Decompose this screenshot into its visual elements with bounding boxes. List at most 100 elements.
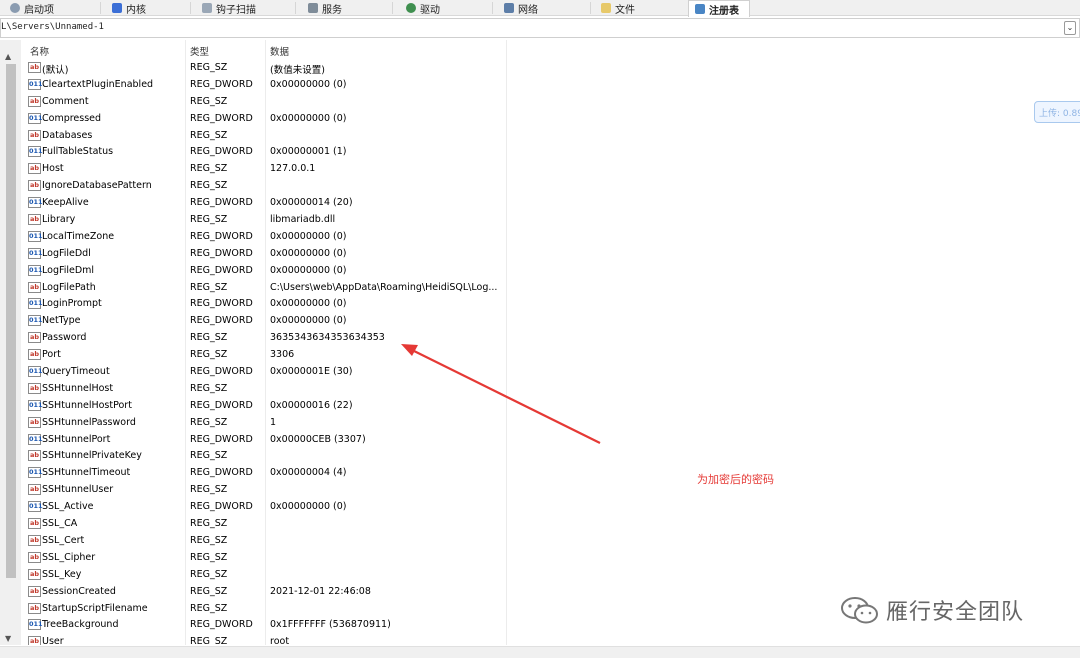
value-name: SSHtunnelHost — [42, 382, 114, 394]
registry-value-row[interactable]: ab SSHtunnelUser REG_SZ — [26, 482, 506, 499]
dword-value-icon: 011 — [28, 467, 43, 479]
registry-value-row[interactable]: ab SSL_Cert REG_SZ — [26, 533, 506, 550]
registry-value-row[interactable]: 011 QueryTimeout REG_DWORD 0x0000001E (30) — [26, 364, 506, 381]
registry-value-row[interactable]: 011 LogFileDml REG_DWORD 0x00000000 (0) — [26, 263, 506, 280]
value-name: SSL_Cipher — [42, 551, 96, 563]
string-value-icon: ab — [28, 568, 41, 580]
value-type: REG_DWORD — [190, 366, 253, 378]
registry-value-row[interactable]: ab Password REG_SZ 3635343634353634353 — [26, 330, 506, 347]
value-name: SSHtunnelPrivateKey — [42, 450, 142, 462]
chevron-down-icon[interactable]: ⌄ — [1064, 21, 1076, 35]
string-value-icon: ab — [28, 585, 41, 597]
registry-value-row[interactable]: 011 Compressed REG_DWORD 0x00000000 (0) — [26, 111, 506, 128]
dword-value-icon: 011 — [28, 366, 43, 378]
value-name: SSHtunnelUser — [42, 484, 114, 496]
tab-kernel[interactable]: 内核 — [112, 0, 146, 16]
registry-value-row[interactable]: ab SSHtunnelPassword REG_SZ 1 — [26, 415, 506, 432]
value-type: REG_SZ — [190, 636, 228, 645]
value-type: REG_SZ — [190, 534, 228, 546]
value-name: Password — [42, 332, 87, 344]
registry-value-row[interactable]: ab Library REG_SZ libmariadb.dll — [26, 212, 506, 229]
dword-value-icon: 011 — [28, 247, 43, 259]
value-type: REG_SZ — [190, 349, 228, 361]
value-type: REG_SZ — [190, 129, 228, 141]
registry-value-row[interactable]: 011 LoginPrompt REG_DWORD 0x00000000 (0) — [26, 296, 506, 313]
registry-icon — [695, 4, 705, 14]
registry-value-row[interactable]: ab SSL_CA REG_SZ — [26, 516, 506, 533]
vertical-scrollbar[interactable]: ▲ ▼ — [0, 40, 21, 645]
registry-value-row[interactable]: ab Databases REG_SZ — [26, 128, 506, 145]
dword-value-icon: 011 — [28, 264, 43, 276]
registry-value-row[interactable]: 011 SSHtunnelPort REG_DWORD 0x00000CEB (330… — [26, 432, 506, 449]
registry-value-row[interactable]: ab LogFilePath REG_SZ C:\Users\web\AppData\… — [26, 280, 506, 297]
hook-icon — [202, 3, 212, 13]
registry-value-row[interactable]: 011 SSL_Active REG_DWORD 0x00000000 (0) — [26, 499, 506, 516]
registry-value-row[interactable]: ab SessionCreated REG_SZ 2021-12-01 22:46:0… — [26, 584, 506, 601]
tab-network[interactable]: 网络 — [504, 0, 538, 16]
registry-value-row[interactable]: 011 FullTableStatus REG_DWORD 0x00000001 (1… — [26, 144, 506, 161]
value-name: User — [42, 636, 64, 645]
tab-startup[interactable]: 启动项 — [10, 0, 54, 16]
registry-value-row[interactable]: ab User REG_SZ root — [26, 634, 506, 645]
registry-value-row[interactable]: ab SSHtunnelPrivateKey REG_SZ — [26, 448, 506, 465]
string-value-icon: ab — [28, 518, 41, 530]
value-name: Library — [42, 214, 76, 226]
tab-services[interactable]: 服务 — [308, 0, 342, 16]
value-data: 0x00000004 (4) — [270, 467, 347, 479]
registry-value-row[interactable]: 011 SSHtunnelHostPort REG_DWORD 0x00000016 … — [26, 398, 506, 415]
scroll-down-icon[interactable]: ▼ — [5, 634, 11, 643]
registry-value-row[interactable]: ab Comment REG_SZ — [26, 94, 506, 111]
dword-value-icon: 011 — [28, 399, 43, 411]
column-header-data[interactable]: 数据 — [270, 44, 289, 58]
registry-value-row[interactable]: ab (默认) REG_SZ (数值未设置) — [26, 60, 506, 77]
value-name: CleartextPluginEnabled — [42, 78, 154, 90]
watermark: 雁行安全团队 — [838, 594, 1024, 626]
registry-value-row[interactable]: 011 LocalTimeZone REG_DWORD 0x00000000 (0) — [26, 229, 506, 246]
registry-value-row[interactable]: 011 NetType REG_DWORD 0x00000000 (0) — [26, 313, 506, 330]
value-data: 2021-12-01 22:46:08 — [270, 585, 371, 597]
string-value-icon: ab — [28, 214, 41, 226]
registry-rows: ab (默认) REG_SZ (数值未设置) 011 CleartextPluginEna… — [26, 60, 506, 645]
registry-path-combobox[interactable]: L\Servers\Unnamed-1 ⌄ — [0, 18, 1080, 38]
horizontal-scrollbar[interactable] — [0, 646, 1080, 658]
string-value-icon: ab — [28, 95, 41, 107]
value-data: 0x00000000 (0) — [270, 315, 347, 327]
value-type: REG_SZ — [190, 551, 228, 563]
registry-value-row[interactable]: ab StartupScriptFilename REG_SZ — [26, 601, 506, 618]
value-data: 0x00000000 (0) — [270, 501, 347, 513]
value-data: 0x1FFFFFFF (536870911) — [270, 619, 391, 631]
registry-value-row[interactable]: ab SSL_Cipher REG_SZ — [26, 550, 506, 567]
value-type: REG_DWORD — [190, 264, 253, 276]
value-type: REG_DWORD — [190, 247, 253, 259]
tab-files[interactable]: 文件 — [601, 0, 635, 16]
scrollbar-thumb[interactable] — [6, 64, 16, 578]
registry-value-row[interactable]: ab SSL_Key REG_SZ — [26, 567, 506, 584]
registry-value-row[interactable]: 011 CleartextPluginEnabled REG_DWORD 0x0000… — [26, 77, 506, 94]
registry-value-row[interactable]: 011 LogFileDdl REG_DWORD 0x00000000 (0) — [26, 246, 506, 263]
tab-drivers[interactable]: 驱动 — [406, 0, 440, 16]
tab-registry[interactable]: 注册表 — [688, 0, 750, 17]
registry-path: L\Servers\Unnamed-1 — [1, 22, 104, 32]
value-name: SSL_CA — [42, 518, 78, 530]
registry-value-row[interactable]: ab IgnoreDatabasePattern REG_SZ — [26, 178, 506, 195]
value-name: QueryTimeout — [42, 366, 110, 378]
annotation-text: 为加密后的密码 — [697, 473, 774, 486]
value-type: REG_SZ — [190, 62, 228, 73]
tab-label: 服务 — [322, 4, 342, 16]
registry-value-row[interactable]: ab Port REG_SZ 3306 — [26, 347, 506, 364]
tab-hook-scan[interactable]: 钩子扫描 — [202, 0, 256, 16]
string-value-icon: ab — [28, 636, 41, 645]
column-header-name[interactable]: 名称 — [30, 44, 49, 58]
value-data: 0x00000000 (0) — [270, 112, 347, 124]
value-type: REG_DWORD — [190, 315, 253, 327]
scroll-up-icon[interactable]: ▲ — [5, 52, 11, 61]
registry-value-row[interactable]: 011 SSHtunnelTimeout REG_DWORD 0x00000004 (… — [26, 465, 506, 482]
registry-value-row[interactable]: 011 TreeBackground REG_DWORD 0x1FFFFFFF (53… — [26, 617, 506, 634]
registry-value-row[interactable]: ab SSHtunnelHost REG_SZ — [26, 381, 506, 398]
column-header-type[interactable]: 类型 — [190, 44, 209, 58]
registry-value-row[interactable]: 011 KeepAlive REG_DWORD 0x00000014 (20) — [26, 195, 506, 212]
value-type: REG_SZ — [190, 95, 228, 107]
registry-value-row[interactable]: ab Host REG_SZ 127.0.0.1 — [26, 161, 506, 178]
string-value-icon: ab — [28, 62, 41, 73]
value-name: SSL_Active — [42, 501, 94, 513]
